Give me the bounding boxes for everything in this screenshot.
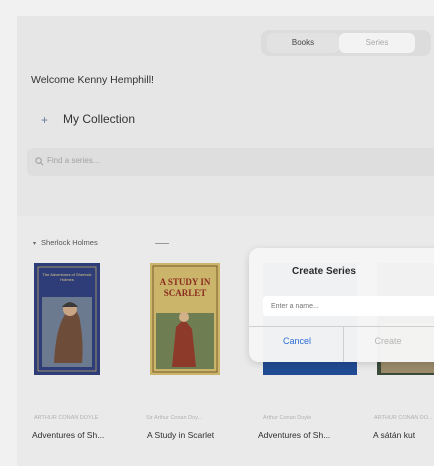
book-title: A Study in Scarlet: [147, 430, 215, 440]
book-author: ARTHUR CONAN DO...: [374, 415, 433, 421]
book-title: Adventures of Sh...: [32, 430, 105, 440]
create-series-dialog: Create Series Cancel Create: [249, 248, 434, 362]
series-divider: [155, 243, 169, 244]
cover-title-text: The Adventures of Sherlock Holmes: [42, 272, 92, 282]
view-switcher: Books Series: [261, 30, 431, 56]
book-card[interactable]: A STUDY IN SCARLET: [150, 263, 242, 375]
dialog-title: Create Series: [292, 266, 356, 277]
search-field[interactable]: Find a series...: [27, 148, 434, 176]
add-collection-icon[interactable]: +: [41, 114, 48, 126]
dialog-button-divider: [343, 326, 344, 362]
cancel-button[interactable]: Cancel: [265, 336, 329, 346]
header-panel: Books Series Welcome Kenny Hemphill! + M…: [17, 16, 434, 216]
book-cover: A STUDY IN SCARLET: [150, 263, 220, 375]
book-title: Adventures of Sh...: [258, 430, 331, 440]
series-name-input[interactable]: [263, 296, 434, 316]
app-window: Books Series Welcome Kenny Hemphill! + M…: [17, 16, 434, 466]
book-author: Arthur Conan Doyle: [263, 415, 312, 421]
series-group-header[interactable]: ▾ Sherlock Holmes: [33, 238, 98, 247]
series-name: Sherlock Holmes: [41, 238, 98, 247]
tab-books[interactable]: Books: [267, 33, 339, 53]
welcome-message: Welcome Kenny Hemphill!: [31, 74, 154, 86]
book-author: Sir Arthur Conan Doy...: [146, 415, 203, 421]
book-author: ARTHUR CONAN DOYLE: [34, 415, 99, 421]
chevron-down-icon: ▾: [33, 241, 37, 247]
search-placeholder: Find a series...: [47, 156, 100, 165]
book-cover: The Adventures of Sherlock Holmes: [34, 263, 100, 375]
collection-label: My Collection: [63, 112, 136, 126]
search-icon: [35, 157, 44, 166]
tab-series[interactable]: Series: [339, 33, 415, 53]
book-title: A sátán kut: [373, 430, 416, 440]
book-card[interactable]: The Adventures of Sherlock Holmes: [34, 263, 126, 375]
cover-title-text: A STUDY IN SCARLET: [159, 277, 211, 298]
create-button[interactable]: Create: [353, 336, 423, 346]
dialog-divider: [249, 326, 434, 327]
my-collection-row[interactable]: + My Collection: [17, 108, 434, 134]
